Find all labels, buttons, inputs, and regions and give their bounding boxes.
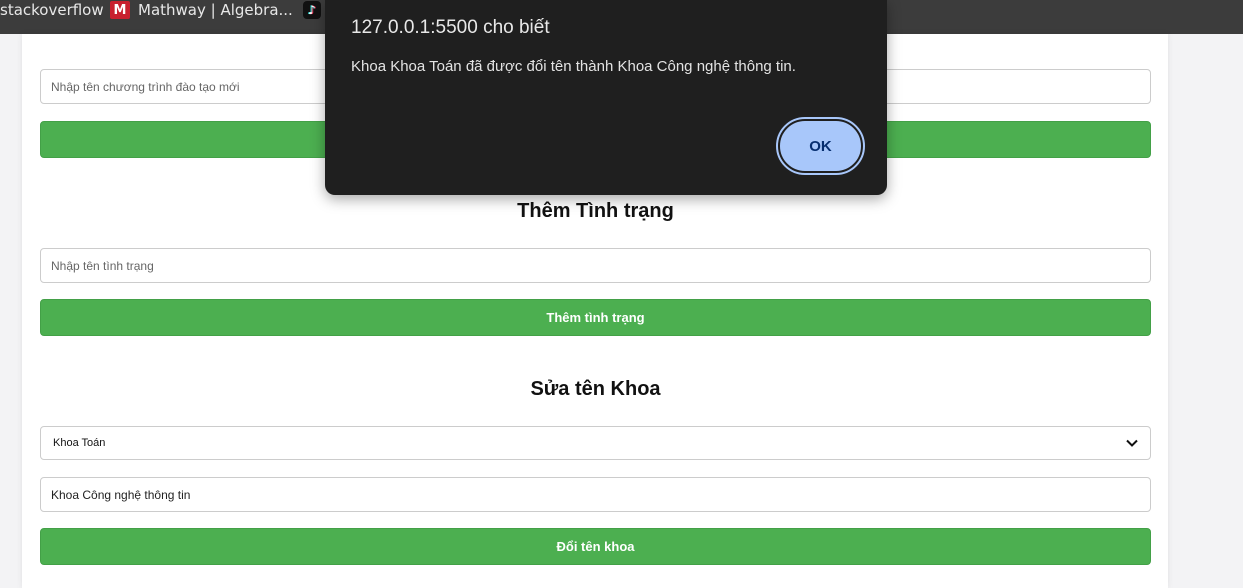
bookmark-label: stackoverflow	[0, 1, 104, 19]
ok-button-label: OK	[809, 137, 832, 155]
chevron-down-icon	[1126, 439, 1138, 447]
status-name-input[interactable]	[40, 248, 1151, 283]
faculty-select[interactable]: Khoa Toán	[40, 426, 1151, 460]
ok-button[interactable]: OK	[776, 117, 865, 175]
add-status-button[interactable]: Thêm tình trạng	[40, 299, 1151, 336]
status-section-title: Thêm Tình trạng	[517, 200, 674, 222]
add-status-button-label: Thêm tình trạng	[546, 310, 645, 325]
alert-title: 127.0.0.1:5500 cho biết	[351, 17, 550, 38]
bookmark-label: Mathway | Algebra...	[138, 1, 293, 19]
alert-message: Khoa Khoa Toán đã được đổi tên thành Kho…	[351, 58, 796, 75]
rename-section-title: Sửa tên Khoa	[530, 378, 661, 400]
bookmark-mathway[interactable]: M Mathway | Algebra...	[110, 0, 293, 20]
rename-faculty-button[interactable]: Đổi tên khoa	[40, 528, 1151, 565]
tiktok-icon: ♪	[303, 1, 321, 19]
bookmark-stackoverflow[interactable]: stackoverflow	[0, 0, 104, 20]
faculty-select-value: Khoa Toán	[53, 437, 106, 449]
new-faculty-name-input[interactable]	[40, 477, 1151, 512]
alert-dialog: 127.0.0.1:5500 cho biết Khoa Khoa Toán đ…	[325, 0, 887, 195]
bookmark-tiktok[interactable]: ♪	[303, 0, 321, 20]
mathway-icon: M	[110, 1, 130, 19]
rename-faculty-button-label: Đổi tên khoa	[556, 539, 635, 554]
